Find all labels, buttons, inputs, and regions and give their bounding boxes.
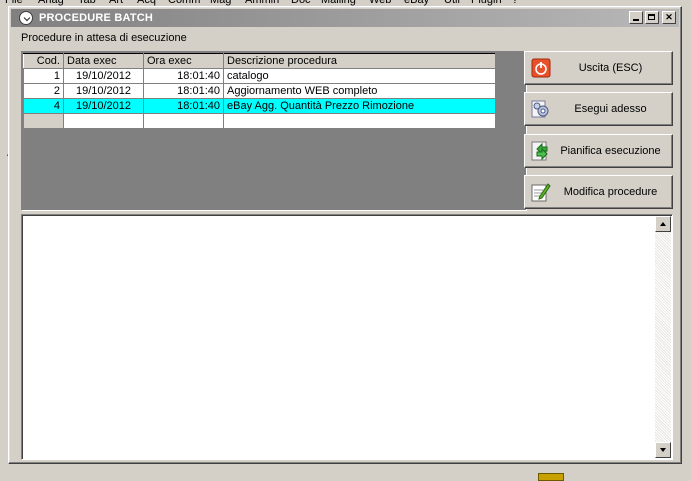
cell-cod[interactable]: 4 xyxy=(23,98,64,114)
cell-data-exec[interactable]: 19/10/2012 xyxy=(63,83,144,99)
pending-procedures-label: Procedure in attesa di esecuzione xyxy=(21,32,187,44)
column-header-cod[interactable]: Cod. xyxy=(23,53,64,69)
gears-icon xyxy=(531,100,549,118)
log-textarea[interactable] xyxy=(21,214,673,460)
cell-ora-exec[interactable]: 18:01:40 xyxy=(143,68,224,84)
empty-cell[interactable] xyxy=(223,113,496,129)
schedule-button-label: Pianifica esecuzione xyxy=(560,145,661,157)
cell-data-exec[interactable]: 19/10/2012 xyxy=(63,68,144,84)
scroll-down-button[interactable] xyxy=(655,442,671,458)
run-now-button-label: Esegui adesso xyxy=(574,103,647,115)
edit-procedures-button-label: Modifica procedure xyxy=(563,186,658,198)
title-bar: PROCEDURE BATCH ✕ xyxy=(11,9,679,27)
minimize-button[interactable] xyxy=(629,11,643,24)
edit-procedures-button[interactable]: Modifica procedure xyxy=(524,175,673,209)
log-vertical-scrollbar[interactable] xyxy=(655,216,671,458)
close-button[interactable]: ✕ xyxy=(662,11,676,24)
cell-ora-exec[interactable]: 18:01:40 xyxy=(143,83,224,99)
column-header-ora-exec[interactable]: Ora exec xyxy=(143,53,224,69)
cell-descrizione[interactable]: eBay Agg. Quantità Prezzo Rimozione xyxy=(223,98,496,114)
cell-cod[interactable]: 2 xyxy=(23,83,64,99)
empty-cell[interactable] xyxy=(23,113,64,129)
recycle-icon xyxy=(531,141,548,161)
schedule-button[interactable]: Pianifica esecuzione xyxy=(524,134,673,168)
edit-pencil-icon xyxy=(531,183,551,202)
scroll-up-button[interactable] xyxy=(655,216,671,232)
cell-descrizione[interactable]: catalogo xyxy=(223,68,496,84)
empty-cell[interactable] xyxy=(63,113,144,129)
maximize-button[interactable] xyxy=(645,11,659,24)
cell-data-exec[interactable]: 19/10/2012 xyxy=(63,98,144,114)
column-header-data-exec[interactable]: Data exec xyxy=(63,53,144,69)
power-icon xyxy=(531,58,551,78)
empty-cell[interactable] xyxy=(143,113,224,129)
exit-button-label: Uscita (ESC) xyxy=(578,62,643,74)
empty-table-row[interactable] xyxy=(23,113,496,129)
taskbar-icon xyxy=(538,473,564,481)
cell-ora-exec[interactable]: 18:01:40 xyxy=(143,98,224,114)
procedure-batch-window: PROCEDURE BATCH ✕ Procedure in attesa di… xyxy=(8,6,682,464)
exit-button[interactable]: Uscita (ESC) xyxy=(524,51,673,85)
procedures-grid-panel: Cod. Data exec Ora exec Descrizione proc… xyxy=(21,51,527,211)
column-header-descrizione[interactable]: Descrizione procedura xyxy=(223,53,496,69)
grid-header-row: Cod. Data exec Ora exec Descrizione proc… xyxy=(23,53,496,69)
cell-cod[interactable]: 1 xyxy=(23,68,64,84)
run-now-button[interactable]: Esegui adesso xyxy=(524,92,673,126)
app-icon xyxy=(19,11,33,25)
cell-descrizione[interactable]: Aggiornamento WEB completo xyxy=(223,83,496,99)
window-title: PROCEDURE BATCH xyxy=(39,12,154,24)
table-row[interactable]: 4 19/10/2012 18:01:40 eBay Agg. Quantità Pr… xyxy=(23,98,496,114)
table-row[interactable]: 1 19/10/2012 18:01:40 catalogo xyxy=(23,68,496,84)
procedures-grid: Cod. Data exec Ora exec Descrizione proc… xyxy=(23,53,496,129)
table-row[interactable]: 2 19/10/2012 18:01:40 Aggiornamento WEB com… xyxy=(23,83,496,99)
